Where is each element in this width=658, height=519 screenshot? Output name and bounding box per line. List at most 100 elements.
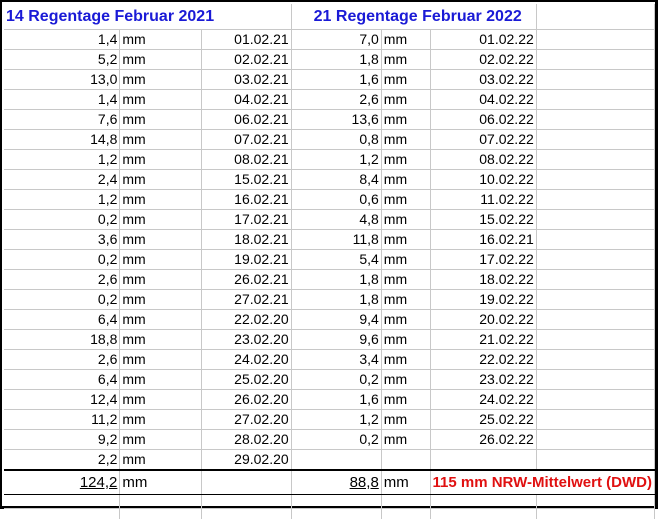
right-value-cell[interactable]: 5,4 [291, 249, 382, 270]
left-unit-cell[interactable]: mm [119, 149, 202, 170]
empty-cell[interactable] [201, 494, 292, 509]
left-date-cell[interactable]: 07.02.21 [201, 129, 292, 150]
right-title[interactable]: 21 Regentage Februar 2022 [291, 4, 537, 30]
right-value-cell[interactable]: 1,2 [291, 409, 382, 430]
empty-cell[interactable] [536, 189, 656, 210]
left-date-cell[interactable]: 26.02.20 [201, 389, 292, 410]
right-date-cell[interactable]: 04.02.22 [430, 89, 537, 110]
left-value-cell[interactable]: 9,2 [4, 429, 121, 450]
right-value-cell[interactable]: 1,2 [291, 149, 382, 170]
left-date-cell[interactable]: 23.02.20 [201, 329, 292, 350]
empty-cell[interactable] [430, 508, 537, 519]
right-value-cell[interactable]: 3,4 [291, 349, 382, 370]
dwd-average-note[interactable]: 115 mm NRW-Mittelwert (DWD) [430, 469, 655, 495]
left-date-cell[interactable]: 19.02.21 [201, 249, 292, 270]
right-unit-cell[interactable]: mm [381, 429, 431, 450]
right-unit-cell[interactable] [381, 449, 431, 471]
right-date-cell[interactable] [430, 449, 537, 471]
empty-cell[interactable] [536, 69, 656, 90]
right-unit-cell[interactable]: mm [381, 309, 431, 330]
left-date-cell[interactable]: 08.02.21 [201, 149, 292, 170]
empty-cell[interactable] [536, 29, 656, 50]
left-date-cell[interactable]: 17.02.21 [201, 209, 292, 230]
left-value-cell[interactable]: 5,2 [4, 49, 121, 70]
right-value-cell[interactable]: 0,2 [291, 429, 382, 450]
left-unit-cell[interactable]: mm [119, 189, 202, 210]
right-date-cell[interactable]: 21.02.22 [430, 329, 537, 350]
empty-cell[interactable] [536, 129, 656, 150]
right-unit-cell[interactable]: mm [381, 149, 431, 170]
left-date-cell[interactable]: 01.02.21 [201, 29, 292, 50]
left-value-cell[interactable]: 1,2 [4, 149, 121, 170]
empty-cell[interactable] [536, 89, 656, 110]
left-total-cell[interactable]: 124,2 [4, 469, 121, 495]
right-date-cell[interactable]: 25.02.22 [430, 409, 537, 430]
empty-cell[interactable] [536, 269, 656, 290]
right-unit-cell[interactable]: mm [381, 349, 431, 370]
right-value-cell[interactable] [291, 449, 382, 471]
left-unit-cell[interactable]: mm [119, 129, 202, 150]
left-unit-cell[interactable]: mm [119, 309, 202, 330]
left-value-cell[interactable]: 13,0 [4, 69, 121, 90]
right-value-cell[interactable]: 7,0 [291, 29, 382, 50]
right-value-cell[interactable]: 1,8 [291, 269, 382, 290]
left-date-cell[interactable]: 29.02.20 [201, 449, 292, 471]
right-date-cell[interactable]: 16.02.21 [430, 229, 537, 250]
right-value-cell[interactable]: 8,4 [291, 169, 382, 190]
right-date-cell[interactable]: 23.02.22 [430, 369, 537, 390]
right-unit-cell[interactable]: mm [381, 69, 431, 90]
empty-cell[interactable] [536, 49, 656, 70]
left-value-cell[interactable]: 2,6 [4, 349, 121, 370]
left-value-cell[interactable]: 0,2 [4, 289, 121, 310]
right-date-cell[interactable]: 01.02.22 [430, 29, 537, 50]
right-unit-cell[interactable]: mm [381, 249, 431, 270]
right-date-cell[interactable]: 02.02.22 [430, 49, 537, 70]
left-unit-cell[interactable]: mm [119, 49, 202, 70]
empty-cell[interactable] [4, 508, 121, 519]
left-date-cell[interactable]: 02.02.21 [201, 49, 292, 70]
right-unit-cell[interactable]: mm [381, 229, 431, 250]
empty-cell[interactable] [536, 309, 656, 330]
empty-cell[interactable] [430, 494, 537, 509]
left-value-cell[interactable]: 11,2 [4, 409, 121, 430]
empty-cell[interactable] [536, 508, 656, 519]
empty-cell[interactable] [536, 249, 656, 270]
empty-cell[interactable] [536, 289, 656, 310]
empty-cell[interactable] [536, 229, 656, 250]
left-date-cell[interactable]: 16.02.21 [201, 189, 292, 210]
right-date-cell[interactable]: 24.02.22 [430, 389, 537, 410]
right-unit-cell[interactable]: mm [381, 189, 431, 210]
right-value-cell[interactable]: 1,6 [291, 69, 382, 90]
right-date-cell[interactable]: 03.02.22 [430, 69, 537, 90]
left-date-cell[interactable]: 27.02.21 [201, 289, 292, 310]
left-unit-cell[interactable]: mm [119, 169, 202, 190]
right-unit-cell[interactable]: mm [381, 109, 431, 130]
right-date-cell[interactable]: 20.02.22 [430, 309, 537, 330]
left-value-cell[interactable]: 6,4 [4, 309, 121, 330]
right-unit-cell[interactable]: mm [381, 89, 431, 110]
right-total-unit[interactable]: mm [381, 469, 431, 495]
right-date-cell[interactable]: 19.02.22 [430, 289, 537, 310]
left-date-cell[interactable]: 22.02.20 [201, 309, 292, 330]
left-unit-cell[interactable]: mm [119, 409, 202, 430]
left-date-cell[interactable]: 28.02.20 [201, 429, 292, 450]
left-date-cell[interactable]: 18.02.21 [201, 229, 292, 250]
empty-cell[interactable] [291, 508, 382, 519]
empty-cell[interactable] [536, 389, 656, 410]
left-title[interactable]: 14 Regentage Februar 2021 [4, 4, 292, 30]
left-value-cell[interactable]: 1,4 [4, 29, 121, 50]
right-unit-cell[interactable]: mm [381, 269, 431, 290]
left-unit-cell[interactable]: mm [119, 209, 202, 230]
right-unit-cell[interactable]: mm [381, 209, 431, 230]
empty-cell[interactable] [536, 149, 656, 170]
right-value-cell[interactable]: 13,6 [291, 109, 382, 130]
right-date-cell[interactable]: 08.02.22 [430, 149, 537, 170]
right-date-cell[interactable]: 17.02.22 [430, 249, 537, 270]
left-value-cell[interactable]: 2,2 [4, 449, 121, 471]
left-unit-cell[interactable]: mm [119, 429, 202, 450]
empty-cell[interactable] [4, 494, 121, 509]
left-date-cell[interactable]: 24.02.20 [201, 349, 292, 370]
right-date-cell[interactable]: 11.02.22 [430, 189, 537, 210]
right-value-cell[interactable]: 0,6 [291, 189, 382, 210]
right-date-cell[interactable]: 26.02.22 [430, 429, 537, 450]
